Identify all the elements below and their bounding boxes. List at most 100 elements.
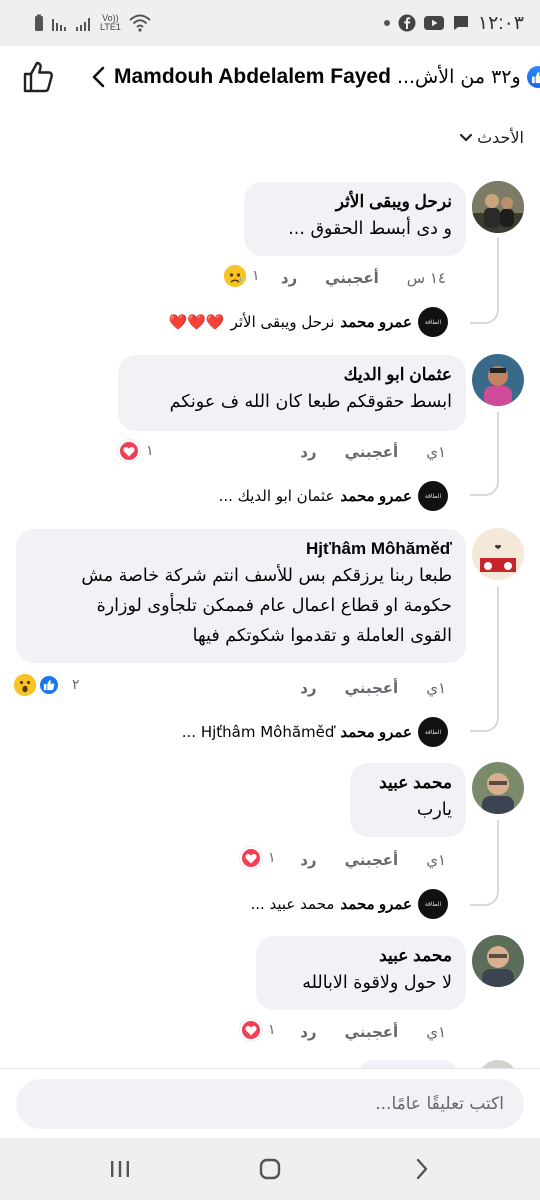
comment-bubble: محمد عبيد يارب: [350, 763, 466, 837]
comment-author[interactable]: محمد عبيد: [270, 946, 452, 966]
thread-connector: [470, 464, 499, 496]
comment-composer: اكتب تعليقًا عامًا...: [0, 1068, 540, 1138]
like-comment-button[interactable]: أعجبني: [345, 679, 399, 697]
comment-reactions[interactable]: ٢: [14, 674, 80, 696]
sad-icon: [224, 265, 246, 287]
comment-input[interactable]: اكتب تعليقًا عامًا...: [16, 1079, 524, 1129]
reaction-count: ١: [268, 1022, 276, 1038]
chevron-down-icon: [459, 128, 473, 147]
avatar[interactable]: [472, 762, 524, 814]
sort-dropdown[interactable]: الأحدث: [459, 128, 524, 147]
comment-time: ١٤ س: [406, 269, 446, 287]
reply-avatar: الطاقة: [418, 717, 448, 747]
home-icon: [259, 1158, 281, 1180]
comment-time: ١ي: [426, 679, 446, 697]
reply-button[interactable]: رد: [281, 269, 297, 287]
wow-icon: [14, 674, 36, 696]
comment-text: و دى أبسط الحقوق ...: [288, 219, 452, 239]
reply-avatar-logo: الطاقة: [424, 492, 442, 500]
status-icons-left: Vo)) LTE1: [34, 0, 151, 46]
comment-text-line-3: القوى العاملة و تقدموا شكوتكم فيها: [192, 626, 452, 646]
reply-author: عمرو محمد: [340, 896, 412, 913]
avatar[interactable]: ❤: [472, 528, 524, 580]
comment-author[interactable]: نرحل ويبقى الأثر: [258, 192, 452, 212]
reaction-count: ٢: [72, 677, 80, 693]
avatar[interactable]: [472, 354, 524, 406]
notification-dot-icon: [383, 20, 390, 26]
status-bar: Vo)) LTE1 ١٢:٠٣: [0, 0, 540, 46]
comment-reactions[interactable]: ١: [240, 847, 276, 869]
reactions-summary[interactable]: Mamdouh Abdelalem Fayed و٣٢ من الأش...: [90, 60, 540, 94]
reply-author: عمرو محمد: [340, 488, 412, 505]
comment-meta: ١ي أعجبني رد: [246, 848, 446, 872]
reply-button[interactable]: رد: [300, 1023, 316, 1041]
like-comment-button[interactable]: أعجبني: [325, 269, 379, 287]
reply-author: عمرو محمد: [340, 314, 412, 331]
reactions-count: و٣٢ من الأش...: [396, 66, 521, 88]
reply-preview[interactable]: الطاقة عمرو محمد نرحل ويبقى الأثر ❤️❤️❤️: [169, 307, 448, 337]
reply-button[interactable]: رد: [300, 443, 316, 461]
reply-preview[interactable]: الطاقة عمرو محمد عثمان ابو الديك ...: [219, 481, 448, 511]
like-comment-button[interactable]: أعجبني: [345, 851, 399, 869]
comment-bubble: محمد عبيد لا حول ولاقوة الابالله: [256, 936, 466, 1010]
thread-line: [497, 586, 499, 716]
reply-preview[interactable]: الطاقة عمرو محمد Hjťhâm Môhăměď ...: [182, 717, 448, 747]
thread-connector: [470, 290, 499, 324]
comment-time: ١ي: [426, 851, 446, 869]
reply-preview[interactable]: الطاقة عمرو محمد محمد عبيد ...: [250, 889, 448, 919]
comment-placeholder: اكتب تعليقًا عامًا...: [375, 1094, 504, 1114]
comment-time: ١ي: [426, 1023, 446, 1041]
reply-avatar-logo: الطاقة: [424, 900, 442, 908]
comment-time: ١ي: [426, 443, 446, 461]
recent-apps-button[interactable]: [100, 1154, 140, 1184]
sort-label: الأحدث: [477, 128, 524, 147]
system-nav-bar: [0, 1138, 540, 1200]
love-icon: [240, 1019, 262, 1041]
hearts-emoji: ❤️❤️❤️: [168, 313, 225, 331]
comment-reactions[interactable]: ١: [224, 265, 260, 287]
comment-bubble: Hjťhâm Môhăměď طبعا ربنا يرزقكم بس للأسف…: [16, 529, 466, 663]
facebook-icon: [398, 14, 416, 32]
reply-text: نرحل ويبقى الأثر: [230, 313, 335, 331]
home-button[interactable]: [250, 1154, 290, 1184]
reply-text: محمد عبيد ...: [250, 895, 335, 913]
reply-avatar-logo: الطاقة: [424, 728, 442, 736]
love-icon: [118, 440, 140, 462]
reply-avatar: الطاقة: [418, 889, 448, 919]
comment-text-line-2: حكومة او قطاع اعمال عام فممكن تلجأوى لوز…: [96, 596, 452, 616]
reply-author: عمرو محمد: [340, 724, 412, 741]
battery-icon: [34, 14, 44, 32]
comment-meta: ١ي أعجبني رد: [246, 676, 446, 700]
comment-author[interactable]: عثمان ابو الديك: [132, 365, 452, 385]
signal-icon: [52, 15, 68, 31]
back-chevron-icon: [416, 1158, 428, 1180]
reaction-count: ١: [146, 443, 154, 459]
reply-text: Hjťhâm Môhăměď ...: [181, 723, 335, 741]
chevron-left-icon[interactable]: [90, 66, 108, 88]
like-post-button[interactable]: [22, 60, 54, 94]
reply-avatar: الطاقة: [418, 307, 448, 337]
back-button[interactable]: [402, 1154, 442, 1184]
like-comment-button[interactable]: أعجبني: [345, 443, 399, 461]
reply-avatar: الطاقة: [418, 481, 448, 511]
comment-reactions[interactable]: ١: [240, 1019, 276, 1041]
like-comment-button[interactable]: أعجبني: [345, 1023, 399, 1041]
comment-author[interactable]: Hjťhâm Môhăměď: [30, 539, 452, 559]
love-icon: [240, 847, 262, 869]
like-icon: [38, 674, 60, 696]
network-type-label: Vo)) LTE1: [100, 14, 121, 32]
lte-label: LTE1: [100, 22, 121, 32]
comment-text-line-1: طبعا ربنا يرزقكم بس للأسف انتم شركة خاصة…: [81, 566, 452, 586]
comment-reactions[interactable]: ١: [118, 440, 154, 462]
reply-button[interactable]: رد: [300, 851, 316, 869]
reaction-count: ١: [268, 850, 276, 866]
reply-button[interactable]: رد: [300, 679, 316, 697]
avatar[interactable]: [472, 935, 524, 987]
thread-connector: [470, 700, 499, 732]
avatar[interactable]: [472, 181, 524, 233]
comment-bubble: نرحل ويبقى الأثر و دى أبسط الحقوق ...: [244, 182, 466, 256]
reaction-count: ١: [252, 268, 260, 284]
thumbs-up-outline-icon: [23, 61, 53, 93]
comment-author[interactable]: محمد عبيد: [364, 773, 452, 793]
reply-text: عثمان ابو الديك ...: [218, 487, 335, 505]
